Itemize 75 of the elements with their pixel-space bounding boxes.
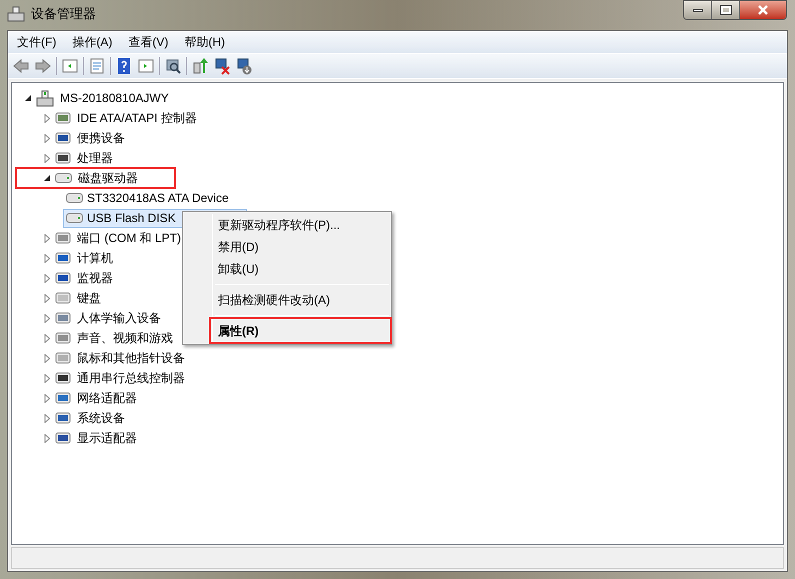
close-button[interactable] (740, 1, 786, 19)
device-icon (55, 130, 71, 146)
back-icon[interactable] (12, 57, 30, 75)
expand-arrow-icon[interactable] (44, 254, 51, 262)
expand-arrow-icon[interactable] (44, 394, 51, 402)
device-icon (55, 430, 71, 446)
tree-item[interactable]: 通用串行总线控制器 (75, 369, 187, 387)
tree-item[interactable]: 鼠标和其他指针设备 (75, 349, 187, 367)
help-icon[interactable] (115, 57, 133, 75)
tree-item[interactable]: 处理器 (75, 149, 115, 167)
tree-item[interactable]: 声音、视频和游戏 (75, 329, 175, 347)
device-icon (55, 310, 71, 326)
device-icon (55, 330, 71, 346)
expand-arrow-icon[interactable] (44, 414, 51, 422)
minimize-button[interactable] (684, 1, 712, 19)
drive-icon (55, 173, 72, 183)
tree-item[interactable]: 网络适配器 (75, 389, 139, 407)
expand-arrow-icon[interactable] (44, 354, 51, 362)
menu-item[interactable]: 卸载(U) (185, 258, 389, 280)
tree-item[interactable]: 显示适配器 (75, 429, 139, 447)
menu-item[interactable]: 禁用(D) (185, 236, 389, 258)
expand-arrow-icon[interactable] (44, 314, 51, 322)
tree-item[interactable]: MS-20180810AJWY (58, 89, 171, 107)
expand-arrow-icon[interactable] (44, 114, 51, 122)
tree-item[interactable]: 系统设备 (75, 409, 127, 427)
device-icon (55, 270, 71, 286)
tree-item[interactable]: 监视器 (75, 269, 115, 287)
tree-item[interactable]: 磁盘驱动器 (76, 169, 140, 187)
tree-item[interactable]: 端口 (COM 和 LPT) (75, 229, 183, 247)
collapse-arrow-icon[interactable] (25, 94, 32, 102)
expand-arrow-icon[interactable] (44, 134, 51, 142)
expand-arrow-icon[interactable] (44, 374, 51, 382)
tree-item[interactable]: ST3320418AS ATA Device (63, 188, 232, 208)
device-icon (55, 390, 71, 406)
uninstall-icon[interactable] (235, 57, 253, 75)
tree-item[interactable]: 键盘 (75, 289, 103, 307)
disable-icon[interactable] (213, 57, 231, 75)
device-icon (55, 410, 71, 426)
device-icon (55, 250, 71, 266)
menu-item[interactable]: 扫描检测硬件改动(A) (185, 289, 389, 311)
close-icon (757, 5, 769, 15)
expand-arrow-icon[interactable] (44, 434, 51, 442)
device-icon (55, 350, 71, 366)
tree-item[interactable]: 便携设备 (75, 129, 127, 147)
device-icon (55, 110, 71, 126)
tree-item[interactable]: 人体学输入设备 (75, 309, 163, 327)
device-icon (55, 230, 71, 246)
tree-item[interactable]: 计算机 (75, 249, 115, 267)
scan-icon[interactable] (164, 57, 182, 75)
forward-icon[interactable] (34, 57, 52, 75)
menu-item[interactable]: 帮助(H) (177, 31, 232, 53)
device-icon (55, 370, 71, 386)
update-icon[interactable] (191, 57, 209, 75)
properties-icon[interactable] (88, 57, 106, 75)
device-icon (55, 290, 71, 306)
menu-item[interactable]: 文件(F) (10, 31, 64, 53)
menu-item[interactable]: 操作(A) (65, 31, 120, 53)
maximize-button[interactable] (712, 1, 740, 19)
expand-arrow-icon[interactable] (44, 154, 51, 162)
drive-icon (66, 213, 83, 223)
window-title: 设备管理器 (31, 5, 96, 24)
computer-icon (7, 6, 25, 22)
expand-arrow-icon[interactable] (44, 234, 51, 242)
menu-item[interactable]: 查看(V) (121, 31, 176, 53)
expand-arrow-icon[interactable] (44, 274, 51, 282)
expand-arrow-icon[interactable] (44, 294, 51, 302)
tree-item[interactable]: IDE ATA/ATAPI 控制器 (75, 109, 199, 127)
collapse-arrow-icon[interactable] (44, 174, 51, 182)
drive-icon (66, 193, 83, 203)
panel-icon[interactable] (61, 57, 79, 75)
panel-icon[interactable] (137, 57, 155, 75)
menu-item[interactable]: 属性(R) (185, 320, 389, 342)
expand-arrow-icon[interactable] (44, 334, 51, 342)
computer-icon (36, 90, 54, 106)
device-icon (55, 150, 71, 166)
